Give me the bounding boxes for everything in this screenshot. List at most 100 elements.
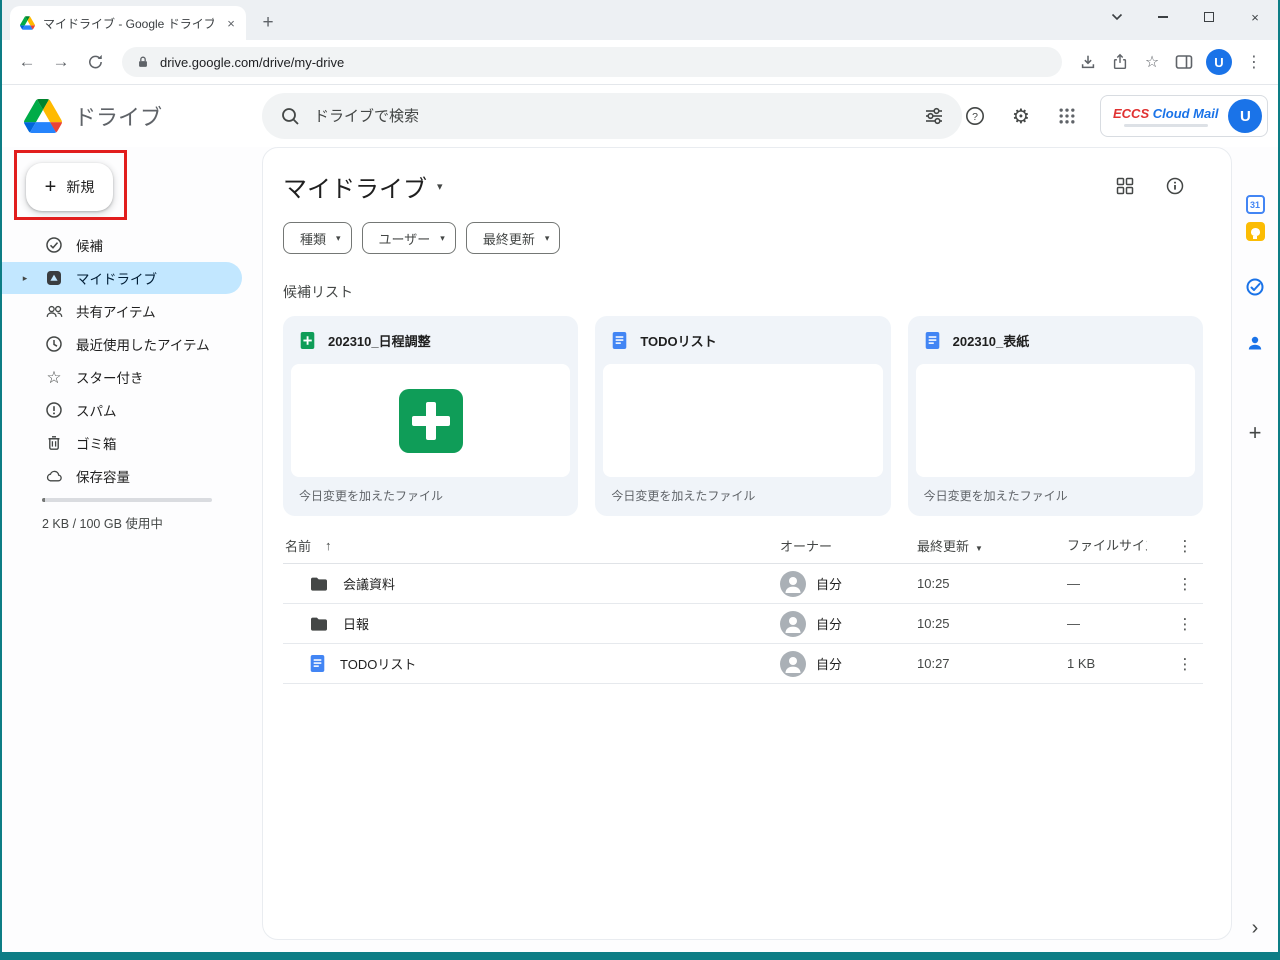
file-name: 日報 [343, 614, 369, 633]
cloud-icon [44, 467, 64, 486]
browser-window: マイドライブ - Google ドライブ × + × ← → [0, 0, 1280, 960]
tab-close-icon[interactable]: × [222, 14, 240, 32]
settings-gear-icon[interactable]: ⚙ [1008, 103, 1034, 129]
download-icon[interactable] [1074, 48, 1102, 76]
sidebar-item-storage[interactable]: 保存容量 [2, 460, 242, 492]
owner-name: 自分 [816, 614, 842, 633]
window-minimize-button[interactable] [1140, 0, 1186, 34]
new-button[interactable]: + 新規 [26, 163, 113, 211]
drive-main-panel: マイドライブ ▾ [262, 147, 1232, 940]
info-icon[interactable] [1163, 174, 1187, 198]
search-input[interactable] [314, 108, 910, 125]
grid-view-icon[interactable] [1113, 174, 1137, 198]
new-tab-button[interactable]: + [254, 9, 282, 37]
table-header: 名前 ↑ オーナー 最終更新▼ ファイルサイズ ⋮ [283, 528, 1203, 564]
account-avatar[interactable]: U [1228, 99, 1262, 133]
spam-icon [44, 401, 64, 419]
column-header-modified[interactable]: 最終更新▼ [917, 536, 1067, 555]
star-icon: ☆ [44, 369, 64, 386]
filter-chip-type[interactable]: 種類 ▾ [283, 222, 352, 254]
window-maximize-button[interactable] [1186, 0, 1232, 34]
title-dropdown-caret-icon[interactable]: ▾ [437, 180, 443, 193]
collapse-panel-chevron-icon[interactable]: › [1252, 917, 1259, 940]
tasks-icon[interactable] [1245, 277, 1265, 297]
share-icon[interactable] [1106, 48, 1134, 76]
get-addons-plus-icon[interactable]: + [1249, 422, 1262, 444]
chevron-down-icon: ▼ [975, 544, 983, 553]
sidebar-item-recent[interactable]: 最近使用したアイテム [2, 328, 242, 360]
account-badge[interactable]: ECCS Cloud Mail U [1100, 95, 1268, 137]
back-icon[interactable]: ← [12, 47, 42, 77]
search-icon[interactable] [280, 106, 300, 126]
folder-icon [309, 574, 329, 594]
account-badge-subline [1124, 124, 1208, 127]
contacts-icon[interactable] [1245, 333, 1265, 353]
table-row[interactable]: 日報 自分 10:25 — ⋮ [283, 604, 1203, 644]
file-size: — [1067, 576, 1167, 591]
table-row[interactable]: 会議資料 自分 10:25 — ⋮ [283, 564, 1203, 604]
owner-name: 自分 [816, 574, 842, 593]
help-icon[interactable]: ? [962, 103, 988, 129]
modified-time: 10:25 [917, 576, 1067, 591]
lock-icon [136, 55, 150, 69]
drive-logo [24, 99, 62, 133]
sidebar-item-suggested[interactable]: 候補 [2, 229, 242, 261]
card-reason-text: 今日変更を加えたファイル [595, 477, 890, 504]
expand-caret-icon[interactable]: ▸ [18, 273, 32, 284]
search-options-icon[interactable] [924, 106, 944, 126]
forward-icon[interactable]: → [46, 47, 76, 77]
suggestion-card[interactable]: 202310_表紙 今日変更を加えたファイル [908, 316, 1203, 516]
modified-time: 10:25 [917, 616, 1067, 631]
modified-time: 10:27 [917, 656, 1067, 671]
apps-grid-icon[interactable] [1054, 103, 1080, 129]
table-row[interactable]: TODOリスト 自分 10:27 1 KB ⋮ [283, 644, 1203, 684]
browser-tab[interactable]: マイドライブ - Google ドライブ × [10, 6, 246, 40]
clock-icon [44, 335, 64, 353]
app-name: ドライブ [74, 100, 162, 132]
sidebar-item-my-drive[interactable]: ▸ マイドライブ [2, 262, 242, 294]
browser-toolbar: ← → drive.google.com/drive/my-drive [2, 40, 1278, 85]
row-menu-icon[interactable]: ⋮ [1167, 655, 1203, 673]
card-reason-text: 今日変更を加えたファイル [908, 477, 1203, 504]
plus-icon: + [45, 177, 57, 197]
tab-search-chevron-icon[interactable] [1094, 0, 1140, 34]
sidebar-item-shared[interactable]: 共有アイテム [2, 295, 242, 327]
column-header-owner: オーナー [780, 536, 917, 555]
row-menu-icon[interactable]: ⋮ [1167, 575, 1203, 593]
storage-usage-text: 2 KB / 100 GB 使用中 [42, 513, 262, 532]
bookmark-star-icon[interactable]: ☆ [1138, 48, 1166, 76]
column-options-icon[interactable]: ⋮ [1167, 537, 1203, 555]
reload-icon[interactable] [80, 47, 110, 77]
docs-file-icon [611, 331, 628, 350]
sort-ascending-icon[interactable]: ↑ [325, 538, 332, 553]
filter-chip-modified[interactable]: 最終更新 ▾ [466, 222, 561, 254]
page-title[interactable]: マイドライブ [283, 169, 427, 204]
browser-profile-avatar[interactable]: U [1206, 49, 1232, 75]
row-menu-icon[interactable]: ⋮ [1167, 615, 1203, 633]
side-panel-icon[interactable] [1170, 48, 1198, 76]
drive-search-bar[interactable] [262, 93, 962, 139]
svg-text:?: ? [972, 111, 978, 123]
suggestion-card[interactable]: 202310_日程調整 今日変更を加えたファイル [283, 316, 578, 516]
drive-header: ドライブ [2, 85, 1278, 147]
owner-avatar [780, 611, 806, 637]
sidebar-item-starred[interactable]: ☆ スター付き [2, 361, 242, 393]
file-name: TODOリスト [340, 654, 416, 673]
calendar-icon[interactable]: 31 [1246, 195, 1265, 214]
tab-title: マイドライブ - Google ドライブ [43, 15, 214, 32]
owner-avatar [780, 571, 806, 597]
keep-icon[interactable] [1246, 222, 1265, 241]
window-close-button[interactable]: × [1232, 0, 1278, 34]
chevron-down-icon: ▾ [545, 233, 550, 244]
people-icon [44, 302, 64, 321]
address-bar[interactable]: drive.google.com/drive/my-drive [122, 47, 1062, 77]
browser-menu-icon[interactable]: ⋮ [1240, 48, 1268, 76]
sidebar-item-spam[interactable]: スパム [2, 394, 242, 426]
filter-chip-people[interactable]: ユーザー ▾ [362, 222, 456, 254]
column-header-name[interactable]: 名前 ↑ [283, 536, 780, 555]
docs-file-icon [924, 331, 941, 350]
folder-icon [309, 614, 329, 634]
suggestion-card[interactable]: TODOリスト 今日変更を加えたファイル [595, 316, 890, 516]
sidebar-nav: 候補 ▸ マイドライブ [2, 229, 262, 492]
sidebar-item-trash[interactable]: ゴミ箱 [2, 427, 242, 459]
